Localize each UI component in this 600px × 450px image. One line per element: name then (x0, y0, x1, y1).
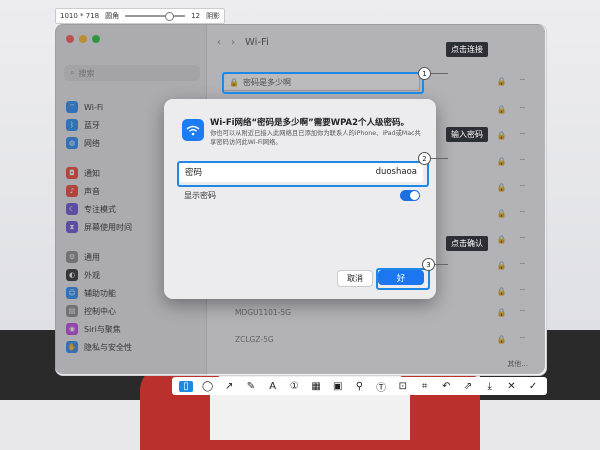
ellipse-tool-icon[interactable]: ◯ (201, 381, 215, 392)
dialog-description: 你也可以从附近已接入此网络且已添加你为联系人的iPhone、iPad或Mac共享… (210, 130, 421, 146)
long-capture-icon[interactable]: ⊡ (396, 381, 410, 392)
corner-mode-label[interactable]: 圆角 (105, 11, 119, 21)
close-icon[interactable]: ✕ (504, 381, 518, 392)
radius-slider-knob[interactable] (165, 12, 175, 21)
arrow-tool-icon[interactable]: ↗ (222, 381, 236, 392)
step-number-badge: 2 (418, 152, 431, 165)
wifi-icon (182, 119, 204, 141)
step-number-badge: 3 (422, 258, 435, 271)
show-password-row: 显示密码 (184, 190, 420, 201)
ocr-tool-icon[interactable]: Ⓣ (374, 379, 388, 394)
pen-tool-icon[interactable]: ✎ (244, 381, 258, 392)
pin-tool-icon[interactable]: ⚲ (352, 381, 366, 392)
screenshot-toolbar: ▯ ◯ ↗ ✎ A ① ▦ ▣ ⚲ Ⓣ ⊡ ⌗ ↶ ⇗ ⤓ ✕ ✓ (172, 377, 547, 395)
scan-tool-icon[interactable]: ⌗ (418, 381, 432, 392)
radius-value: 12 (191, 12, 201, 20)
capture-size-bar: 1010 * 718 圆角 12 阴影 (55, 8, 226, 24)
mosaic-tool-icon[interactable]: ▦ (309, 381, 323, 392)
text-tool-icon[interactable]: A (266, 381, 280, 392)
undo-icon[interactable]: ↶ (439, 381, 453, 392)
radius-slider[interactable] (125, 12, 186, 21)
highlight-network-row (222, 72, 424, 94)
rect-tool-icon[interactable]: ▯ (178, 380, 193, 392)
callout-label: 点击确认 (446, 236, 488, 251)
show-password-label: 显示密码 (184, 191, 216, 200)
download-icon[interactable]: ⤓ (483, 381, 497, 392)
shadow-label[interactable]: 阴影 (206, 11, 220, 21)
step-number-badge: 1 (418, 67, 431, 80)
callout-label: 点击连接 (446, 42, 488, 57)
number-tool-icon[interactable]: ① (287, 381, 301, 392)
highlight-password-field (177, 161, 429, 187)
highlight-ok-button (376, 268, 430, 290)
dialog-title: Wi-Fi网络“密码是多少啊”需要WPA2个人级密码。 (210, 118, 410, 128)
cancel-button[interactable]: 取消 (337, 270, 373, 287)
capture-size-text: 1010 * 718 (60, 12, 100, 20)
confirm-icon[interactable]: ✓ (526, 381, 540, 392)
share-icon[interactable]: ⇗ (461, 381, 475, 392)
callout-label: 输入密码 (446, 127, 488, 142)
blur-tool-icon[interactable]: ▣ (331, 381, 345, 392)
show-password-toggle[interactable] (400, 190, 420, 201)
